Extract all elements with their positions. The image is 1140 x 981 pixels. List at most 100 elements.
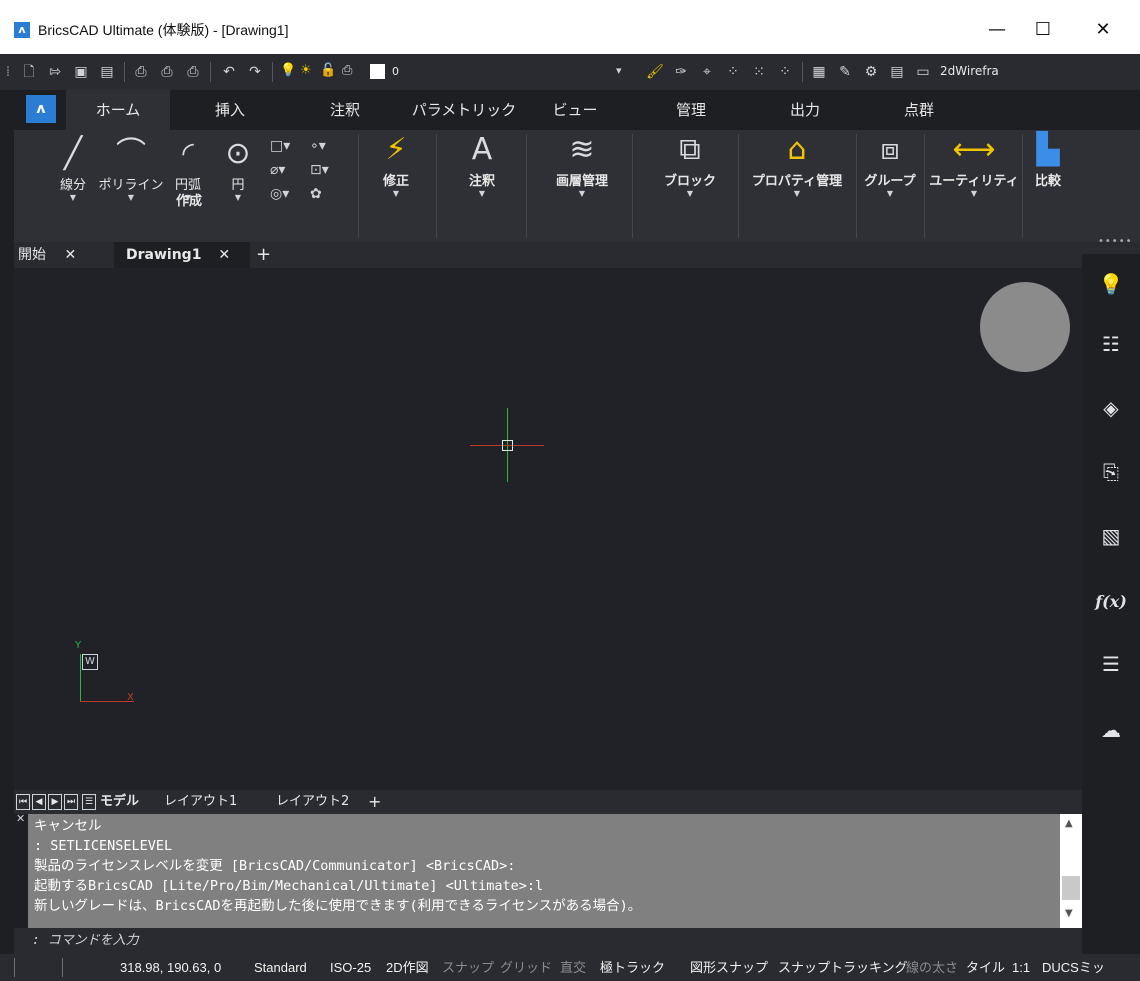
new-tab-button[interactable]: + [256, 242, 276, 268]
redo-icon[interactable]: ↷ [246, 63, 264, 81]
tab-layout1[interactable]: レイアウト1 [164, 790, 237, 814]
coordinates-readout[interactable]: 318.98, 190.63, 0 [120, 954, 221, 981]
tab-start[interactable]: 開始 ✕ [18, 242, 110, 268]
settings-icon[interactable]: ⚙ [862, 63, 880, 81]
visual-style-icon[interactable]: ▭ [914, 63, 932, 81]
status-polar-tracking[interactable]: 極トラック [600, 954, 665, 981]
tab-output[interactable]: 出力 [770, 90, 840, 130]
print-icon[interactable]: ⎙ [132, 63, 150, 81]
save-as-icon[interactable]: ▤ [98, 63, 116, 81]
close-icon[interactable]: ✕ [64, 247, 76, 263]
ellipse-icon[interactable]: ⌀▾ [270, 162, 285, 178]
maximize-button[interactable]: ☐ [1020, 14, 1066, 46]
close-icon[interactable]: ✕ [16, 812, 25, 825]
tab-parametric[interactable]: パラメトリック [404, 90, 524, 130]
command-scrollbar[interactable]: ▲ ▼ [1060, 814, 1082, 928]
chevron-down-icon: ▼ [478, 189, 486, 198]
structure-tree-icon[interactable]: ☰ [1082, 644, 1140, 684]
open-file-icon[interactable]: ⇰ [46, 63, 64, 81]
annotate-button[interactable]: A 注釈 ▼ [446, 130, 518, 199]
tab-home[interactable]: ホーム [66, 90, 170, 130]
function-icon[interactable]: f(x) [1082, 582, 1140, 622]
close-button[interactable]: ✕ [1080, 14, 1126, 46]
tab-view[interactable]: ビュー [540, 90, 610, 130]
tab-model[interactable]: モデル [100, 790, 139, 814]
group-icon[interactable]: ⁘ [724, 63, 742, 81]
visual-style-combo[interactable]: 2dWirefra [940, 64, 999, 78]
utility-button[interactable]: ⟷ ユーティリティ ▼ [924, 130, 1024, 199]
tab-drawing1[interactable]: Drawing1 ✕ [114, 242, 250, 268]
modify-button[interactable]: ⚡ 修正 ▼ [366, 130, 426, 199]
ucs-y-axis [80, 654, 81, 702]
new-layout-button[interactable]: + [368, 790, 381, 814]
scrollbar-thumb[interactable] [1062, 876, 1080, 900]
status-grid[interactable]: グリッド [500, 954, 552, 981]
tab-insert[interactable]: 挿入 [190, 90, 270, 130]
revcloud-icon[interactable]: ✿ [310, 186, 322, 202]
line-button[interactable]: ╱ 線分 ▼ [48, 134, 98, 203]
minimize-button[interactable]: — [974, 14, 1020, 46]
next-layout-icon[interactable]: ▶ [48, 794, 62, 810]
cloud-upload-icon[interactable]: ☁ [1082, 710, 1140, 750]
status-tile[interactable]: タイル [966, 954, 1005, 981]
status-snap[interactable]: スナップ [442, 954, 494, 981]
status-text-style[interactable]: Standard [254, 954, 307, 981]
tab-manage[interactable]: 管理 [656, 90, 726, 130]
new-file-icon[interactable]: 🗋 [20, 63, 38, 81]
hatch-icon[interactable]: ⊡▾ [310, 162, 329, 178]
chevron-up-icon[interactable]: ▲ [1065, 818, 1073, 829]
prev-layout-icon[interactable]: ◀ [32, 794, 46, 810]
ungroup-icon[interactable]: ⁙ [750, 63, 768, 81]
layers-icon[interactable]: ◈ [1082, 388, 1140, 428]
select-similar-icon[interactable]: ⌖ [698, 63, 716, 81]
properties-icon[interactable]: ▦ [810, 63, 828, 81]
region-icon[interactable]: ◎▾ [270, 186, 289, 202]
close-icon[interactable]: ✕ [218, 247, 230, 263]
tab-point-cloud[interactable]: 点群 [884, 90, 954, 130]
undo-icon[interactable]: ↶ [220, 63, 238, 81]
match-properties-icon[interactable]: 🖌 [646, 63, 664, 81]
hatch-pattern-icon[interactable]: ▧ [1082, 516, 1140, 556]
status-ortho[interactable]: 直交 [560, 954, 586, 981]
status-workspace[interactable]: 2D作図 [386, 954, 429, 981]
status-snap-tracking[interactable]: スナップトラッキング [778, 954, 908, 981]
eraser-icon[interactable]: ✎ [836, 63, 854, 81]
status-entity-snap[interactable]: 図形スナップ [690, 954, 768, 981]
tab-layout2[interactable]: レイアウト2 [276, 790, 349, 814]
block-button[interactable]: ⧉ ブロック ▼ [652, 130, 728, 199]
print-preview-icon[interactable]: ⎙ [158, 63, 176, 81]
lightbulb-icon[interactable]: 💡 [1082, 264, 1140, 304]
application-menu-button[interactable]: ʌ [26, 95, 56, 123]
group-button[interactable]: ⧈ グループ ▼ [856, 130, 924, 199]
last-layout-icon[interactable]: ⏭ [64, 794, 78, 810]
chevron-down-icon[interactable]: ▼ [1065, 908, 1073, 919]
layers-icon: ≋ [569, 132, 595, 167]
status-scale[interactable]: 1:1 [1012, 954, 1030, 981]
toolbar-grip-icon: ⁞ [5, 64, 11, 80]
status-lineweight[interactable]: 線の太さ [906, 954, 958, 981]
navigation-wheel[interactable] [980, 282, 1070, 372]
compare-button[interactable]: ▙ 比較 [1026, 130, 1070, 189]
rectangle-icon[interactable]: □▾ [270, 138, 290, 154]
properties-manager-button[interactable]: ⌂ プロパティ管理 ▼ [740, 130, 854, 199]
point-icon[interactable]: ∘▾ [310, 138, 326, 154]
layer-dropdown[interactable]: 💡 ☀ 🔓 ⎙ 0 ▾ [276, 62, 631, 82]
publish-icon[interactable]: ⎙ [184, 63, 202, 81]
paperclip-icon[interactable]: ⎘ [1082, 452, 1140, 492]
layout-list-icon[interactable]: ☰ [82, 794, 96, 810]
save-icon[interactable]: ▣ [72, 63, 90, 81]
layer-manager-button[interactable]: ≋ 画層管理 ▼ [540, 130, 624, 199]
circle-button[interactable]: ⊙ 円 ▼ [216, 134, 260, 203]
pick-icon[interactable]: ✑ [672, 63, 690, 81]
status-ducs[interactable]: DUCSミッ [1042, 954, 1105, 981]
sliders-icon[interactable]: ☷ [1082, 324, 1140, 364]
block-icon[interactable]: ⁘ [776, 63, 794, 81]
chevron-down-icon: ▼ [793, 189, 801, 198]
calculator-icon[interactable]: ▤ [888, 63, 906, 81]
tab-annotate[interactable]: 注釈 [305, 90, 385, 130]
first-layout-icon[interactable]: ⏮ [16, 794, 30, 810]
status-dim-style[interactable]: ISO-25 [330, 954, 371, 981]
polyline-button[interactable]: ⌒ ポリライン ▼ [94, 134, 168, 203]
command-input[interactable]: : コマンドを入力 [14, 928, 1082, 954]
drawing-canvas[interactable]: W Y X [14, 268, 1082, 790]
